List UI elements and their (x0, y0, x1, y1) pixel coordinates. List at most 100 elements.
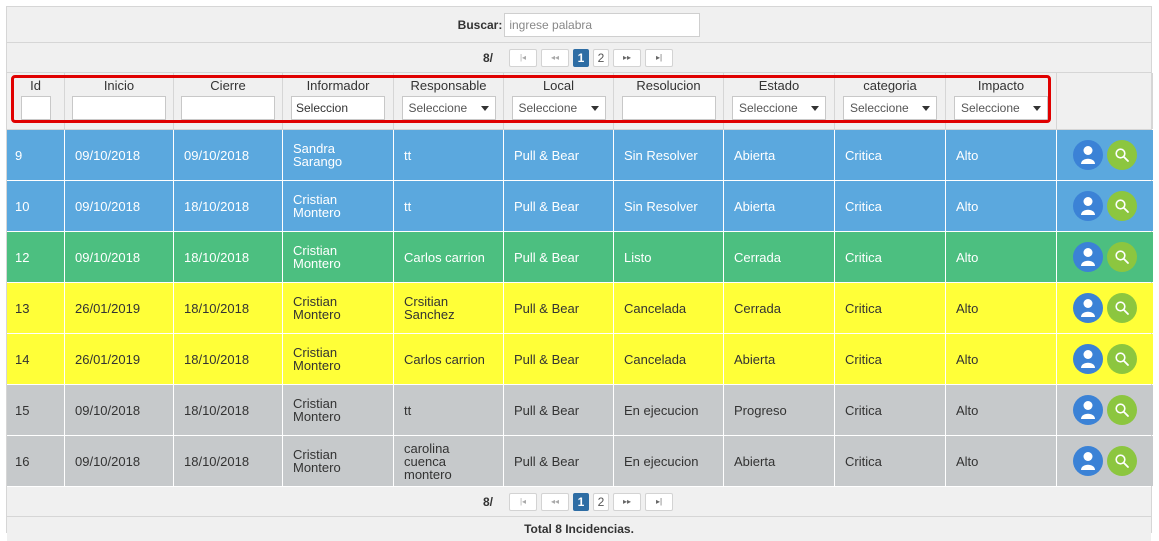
bottom-pager: 8/ |◂ ◂◂ 1 2 ▸▸ ▸| (7, 487, 1151, 517)
cell-text-line: Sanchez (404, 307, 455, 322)
table-row[interactable]: 14 26/01/2019 18/10/2018 Cristian Montero Car… (7, 334, 1153, 385)
cell-id: 9 (7, 130, 65, 180)
impacto-filter-select[interactable]: Seleccione (954, 96, 1048, 120)
estado-filter-select[interactable]: Seleccione (732, 96, 826, 120)
last-page-button[interactable]: ▸| (645, 492, 673, 511)
cell-cierre: 18/10/2018 (174, 436, 283, 486)
col-cierre: Cierre (174, 73, 283, 129)
cell-local: Pull & Bear (504, 181, 614, 231)
next-page-button[interactable]: ▸▸ (613, 48, 641, 67)
row-actions (1057, 334, 1153, 384)
first-page-button[interactable]: |◂ (509, 48, 537, 67)
cell-id: 10 (7, 181, 65, 231)
table-row[interactable]: 15 09/10/2018 18/10/2018 Cristian Montero tt P… (7, 385, 1153, 436)
cell-categoria: Critica (835, 436, 946, 486)
cell-informador: Cristian Montero (283, 283, 394, 333)
column-header: Id (30, 78, 41, 93)
inicio-filter-input[interactable] (72, 96, 166, 120)
cell-id: 14 (7, 334, 65, 384)
select-value: Seleccione (518, 101, 578, 115)
search-icon[interactable] (1107, 293, 1137, 323)
cell-text-line: Montero (293, 460, 341, 475)
chevron-down-icon (590, 105, 599, 111)
search-icon[interactable] (1107, 395, 1137, 425)
search-input[interactable] (504, 12, 701, 37)
cell-id: 16 (7, 436, 65, 486)
next-page-button[interactable]: ▸▸ (613, 492, 641, 511)
table-row[interactable]: 10 09/10/2018 18/10/2018 Cristian Montero tt P… (7, 181, 1153, 232)
table-body: 9 09/10/2018 09/10/2018 Sandra Sarango tt Pull… (7, 130, 1153, 487)
user-icon[interactable] (1073, 293, 1103, 323)
table-row[interactable]: 9 09/10/2018 09/10/2018 Sandra Sarango tt Pull… (7, 130, 1153, 181)
local-filter-select[interactable]: Seleccione (511, 96, 606, 120)
cell-responsable: tt (394, 385, 504, 435)
page-1-button[interactable]: 1 (573, 492, 589, 511)
chevron-down-icon (1033, 105, 1041, 111)
cell-estado: Abierta (724, 181, 835, 231)
cell-informador: Sandra Sarango (283, 130, 394, 180)
user-icon[interactable] (1073, 140, 1103, 170)
user-icon[interactable] (1073, 242, 1103, 272)
cell-categoria: Critica (835, 334, 946, 384)
cell-impacto: Alto (946, 385, 1057, 435)
cell-estado: Abierta (724, 436, 835, 486)
responsable-filter-select[interactable]: Seleccione (401, 96, 496, 120)
cell-impacto: Alto (946, 436, 1057, 486)
prev-page-button[interactable]: ◂◂ (541, 48, 569, 67)
cell-cierre: 18/10/2018 (174, 181, 283, 231)
first-page-button[interactable]: |◂ (509, 492, 537, 511)
search-icon[interactable] (1107, 446, 1137, 476)
search-bar: Buscar: (7, 7, 1151, 43)
cell-cierre: 09/10/2018 (174, 130, 283, 180)
cell-categoria: Critica (835, 283, 946, 333)
cell-text-line: Carlos carrion (404, 351, 485, 367)
col-categoria: categoria Seleccione (835, 73, 946, 129)
column-header: Responsable (410, 78, 487, 93)
user-icon[interactable] (1073, 191, 1103, 221)
user-icon[interactable] (1073, 344, 1103, 374)
cell-informador: Cristian Montero (283, 181, 394, 231)
column-header: Resolucion (636, 78, 701, 93)
cell-categoria: Critica (835, 130, 946, 180)
cell-text-line: montero (404, 466, 452, 482)
cell-estado: Cerrada (724, 232, 835, 282)
column-header: categoria (863, 78, 917, 93)
cell-resolucion: En ejecucion (614, 436, 724, 486)
page-2-button[interactable]: 2 (593, 48, 609, 67)
cell-resolucion: Cancelada (614, 334, 724, 384)
row-actions (1057, 436, 1153, 486)
user-icon[interactable] (1073, 446, 1103, 476)
categoria-filter-select[interactable]: Seleccione (843, 96, 937, 120)
cell-inicio: 26/01/2019 (65, 283, 174, 333)
page-2-button[interactable]: 2 (593, 492, 609, 511)
search-icon[interactable] (1107, 344, 1137, 374)
prev-page-button[interactable]: ◂◂ (541, 492, 569, 511)
search-icon[interactable] (1107, 242, 1137, 272)
chevron-down-icon (480, 105, 489, 111)
cell-impacto: Alto (946, 334, 1057, 384)
cell-local: Pull & Bear (504, 436, 614, 486)
user-icon[interactable] (1073, 395, 1103, 425)
table-row[interactable]: 12 09/10/2018 18/10/2018 Cristian Montero Car… (7, 232, 1153, 283)
table-row[interactable]: 13 26/01/2019 18/10/2018 Cristian Montero Crs… (7, 283, 1153, 334)
cell-resolucion: Sin Resolver (614, 130, 724, 180)
page-1-button[interactable]: 1 (573, 48, 589, 67)
cell-impacto: Alto (946, 181, 1057, 231)
cell-resolucion: Listo (614, 232, 724, 282)
col-resolucion: Resolucion (614, 73, 724, 129)
search-icon[interactable] (1107, 191, 1137, 221)
table-row[interactable]: 16 09/10/2018 18/10/2018 Cristian Montero car… (7, 436, 1153, 487)
col-estado: Estado Seleccione (724, 73, 835, 129)
cierre-filter-input[interactable] (181, 96, 275, 120)
informador-filter-input[interactable] (291, 96, 385, 120)
search-icon[interactable] (1107, 140, 1137, 170)
cell-id: 12 (7, 232, 65, 282)
cell-inicio: 09/10/2018 (65, 385, 174, 435)
last-page-button[interactable]: ▸| (645, 48, 673, 67)
cell-categoria: Critica (835, 385, 946, 435)
col-informador: Informador (283, 73, 394, 129)
id-filter-input[interactable] (20, 96, 51, 120)
col-id: Id (7, 73, 65, 129)
cell-cierre: 18/10/2018 (174, 385, 283, 435)
resolucion-filter-input[interactable] (621, 96, 716, 120)
